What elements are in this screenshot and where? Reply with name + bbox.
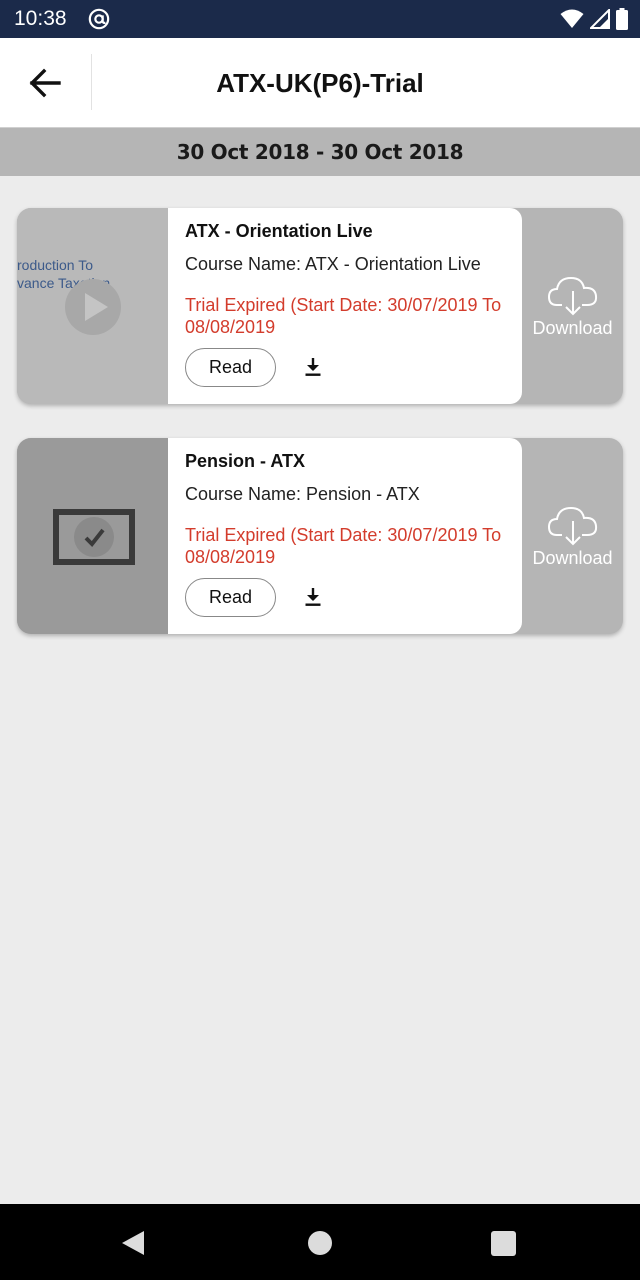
download-label: Download xyxy=(532,547,613,568)
page-title: ATX-UK(P6)-Trial xyxy=(216,68,424,98)
play-icon[interactable] xyxy=(64,278,122,336)
app-bar: ATX-UK(P6)-Trial xyxy=(0,38,640,128)
course-card[interactable]: Pension - ATX Course Name: Pension - ATX… xyxy=(17,438,623,634)
course-name: Course Name: Pension - ATX xyxy=(185,484,420,504)
download-button[interactable]: Download xyxy=(522,208,623,404)
download-button[interactable]: Download xyxy=(522,438,623,634)
system-nav-bar xyxy=(0,1204,640,1280)
course-details: Pension - ATX Course Name: Pension - ATX… xyxy=(168,438,522,634)
date-range: 30 Oct 2018 - 30 Oct 2018 xyxy=(176,140,464,164)
status-bar: 10:38 xyxy=(0,0,640,38)
nav-recents-icon[interactable] xyxy=(491,1231,516,1256)
battery-icon xyxy=(616,8,628,30)
course-title: Pension - ATX xyxy=(185,451,306,471)
course-name: Course Name: ATX - Orientation Live xyxy=(185,254,481,274)
read-button[interactable]: Read xyxy=(185,348,276,387)
course-thumbnail[interactable] xyxy=(17,438,168,634)
trial-status: Trial Expired (Start Date: 30/07/2019 To… xyxy=(185,295,502,337)
course-card[interactable]: roduction To vance Taxation ATX - Orient… xyxy=(17,208,623,404)
read-button[interactable]: Read xyxy=(185,578,276,617)
date-range-bar: 30 Oct 2018 - 30 Oct 2018 xyxy=(0,128,640,176)
nav-back-icon[interactable] xyxy=(118,1228,148,1258)
course-details: ATX - Orientation Live Course Name: ATX … xyxy=(168,208,522,404)
cloud-download-icon xyxy=(547,506,597,545)
wifi-icon xyxy=(560,9,584,28)
nav-home-icon[interactable] xyxy=(308,1231,332,1255)
download-icon[interactable] xyxy=(302,356,324,378)
at-sign-icon xyxy=(88,8,110,30)
download-label: Download xyxy=(532,317,613,338)
course-title: ATX - Orientation Live xyxy=(185,221,373,241)
cloud-download-icon xyxy=(547,276,597,315)
video-frame-icon[interactable] xyxy=(53,508,135,566)
course-thumbnail[interactable]: roduction To vance Taxation xyxy=(17,208,168,404)
download-icon[interactable] xyxy=(302,586,324,608)
signal-icon xyxy=(590,9,610,29)
status-time: 10:38 xyxy=(14,7,67,30)
trial-status: Trial Expired (Start Date: 30/07/2019 To… xyxy=(185,525,502,567)
status-icons xyxy=(560,8,628,30)
